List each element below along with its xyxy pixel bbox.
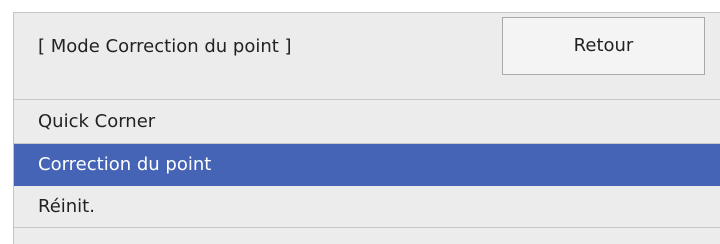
menu-list: Quick Corner Correction du point Réinit. xyxy=(14,100,720,228)
back-button[interactable]: Retour xyxy=(502,17,705,75)
menu-item-reinit[interactable]: Réinit. xyxy=(14,186,720,228)
menu-item-correction-du-point[interactable]: Correction du point xyxy=(14,144,720,186)
menu-item-quick-corner[interactable]: Quick Corner xyxy=(14,100,720,144)
mode-title: [ Mode Correction du point ] xyxy=(38,36,292,57)
menu-panel: [ Mode Correction du point ] Retour Quic… xyxy=(13,12,720,244)
menu-header: [ Mode Correction du point ] Retour xyxy=(14,13,720,100)
